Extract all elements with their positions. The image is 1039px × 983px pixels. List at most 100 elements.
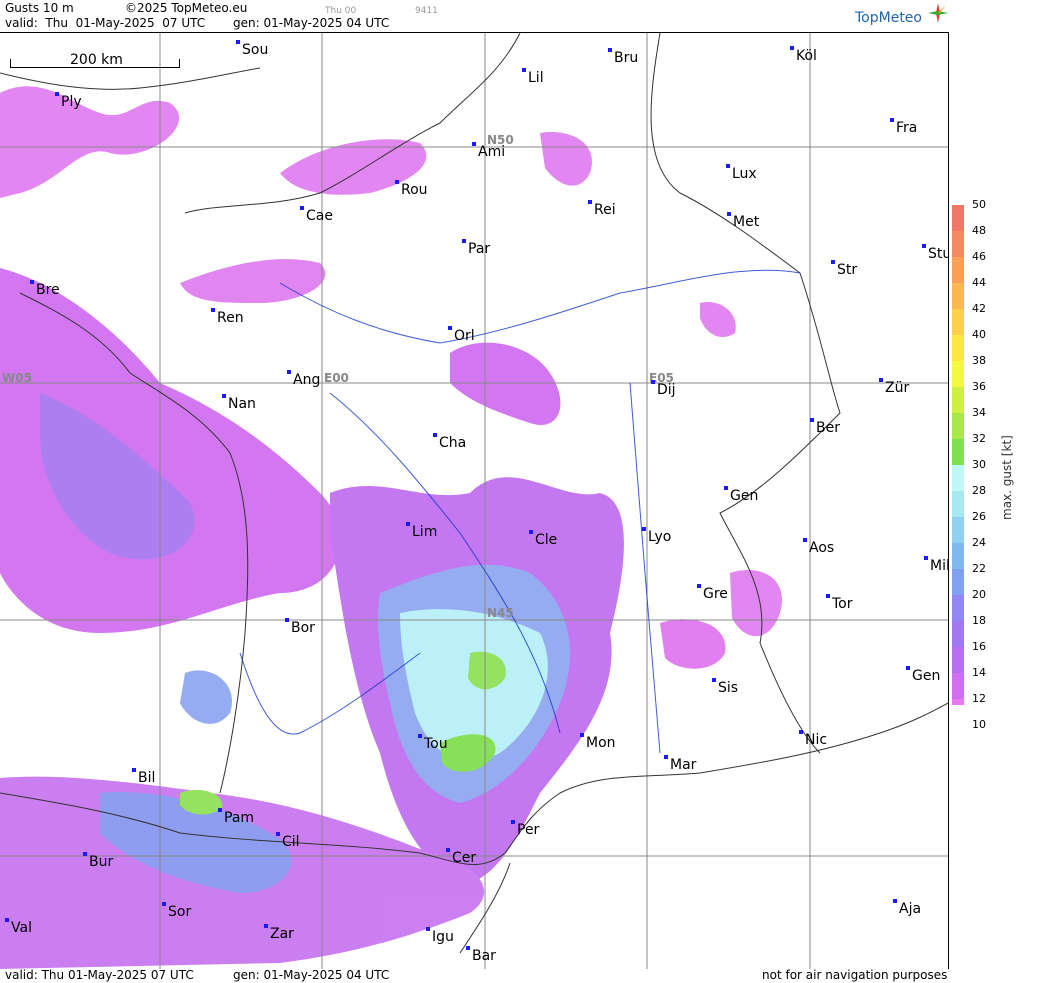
city-marker-icon	[446, 848, 450, 852]
city-marker-icon	[462, 239, 466, 243]
legend-swatch	[952, 647, 964, 673]
legend-swatch	[952, 413, 964, 439]
city-label: Aos	[803, 538, 834, 556]
city-label: Sou	[236, 40, 268, 58]
legend-swatch	[952, 543, 964, 569]
city-label: Köl	[790, 46, 817, 64]
legend-bar	[952, 205, 964, 705]
city-marker-icon	[879, 378, 883, 382]
footer: valid: Thu 01-May-2025 07 UTC gen: 01-Ma…	[0, 968, 948, 983]
city-label: Cil	[276, 832, 300, 850]
compass-icon	[928, 3, 948, 23]
city-marker-icon	[580, 733, 584, 737]
city-label: Dij	[651, 380, 676, 398]
city-marker-icon	[642, 527, 646, 531]
city-marker-icon	[132, 768, 136, 772]
city-marker-icon	[799, 730, 803, 734]
city-label: Orl	[448, 326, 475, 344]
city-label: Cae	[300, 206, 333, 224]
city-label: Bru	[608, 48, 638, 66]
city-marker-icon	[218, 808, 222, 812]
legend-swatch	[952, 335, 964, 361]
city-label: Ply	[55, 92, 82, 110]
legend-tick: 12	[972, 692, 986, 705]
city-label: Tou	[418, 734, 448, 752]
city-label: Zar	[264, 924, 294, 942]
city-marker-icon	[466, 946, 470, 950]
city-label: Ren	[211, 308, 244, 326]
legend-swatch	[952, 621, 964, 647]
city-label: Sis	[712, 678, 738, 696]
legend-swatch	[952, 231, 964, 257]
city-marker-icon	[922, 244, 926, 248]
city-label: Cer	[446, 848, 476, 866]
grid-label-e00: E00	[324, 371, 349, 385]
city-marker-icon	[726, 164, 730, 168]
city-marker-icon	[697, 584, 701, 588]
city-marker-icon	[276, 832, 280, 836]
legend-tick: 20	[972, 588, 986, 601]
legend-swatch	[952, 465, 964, 491]
city-label: Lux	[726, 164, 757, 182]
city-label: Gen	[724, 486, 758, 504]
legend-tick: 26	[972, 510, 986, 523]
city-marker-icon	[511, 820, 515, 824]
legend-tick: 30	[972, 458, 986, 471]
legend-swatch	[952, 257, 964, 283]
legend-tick: 36	[972, 380, 986, 393]
city-label: Igu	[426, 927, 454, 945]
city-label: Rou	[395, 180, 428, 198]
run-code: 9411	[415, 6, 438, 16]
city-marker-icon	[727, 212, 731, 216]
legend-tick: 32	[972, 432, 986, 445]
city-label: Ber	[810, 418, 840, 436]
city-marker-icon	[529, 530, 533, 534]
city-marker-icon	[300, 206, 304, 210]
city-label: Pam	[218, 808, 254, 826]
city-label: Bil	[132, 768, 155, 786]
city-label: Gen	[906, 666, 940, 684]
topmeteo-logo: TopMeteo	[855, 3, 948, 26]
city-label: Rei	[588, 200, 616, 218]
legend-tick: 44	[972, 276, 986, 289]
legend-swatch	[952, 517, 964, 543]
city-label: Nic	[799, 730, 827, 748]
city-label: Fra	[890, 118, 917, 136]
city-label: Bur	[83, 852, 113, 870]
city-label: Lil	[522, 68, 544, 86]
city-marker-icon	[5, 918, 9, 922]
city-marker-icon	[472, 142, 476, 146]
city-label: Ang	[287, 370, 320, 388]
legend-swatch	[952, 595, 964, 621]
city-label: Cha	[433, 433, 466, 451]
city-marker-icon	[890, 118, 894, 122]
city-marker-icon	[418, 734, 422, 738]
legend-swatch	[952, 361, 964, 387]
map-canvas[interactable]: 200 km N50 N45 E00 E05 W05 Sou Bru Köl Ply L…	[0, 32, 949, 969]
city-marker-icon	[924, 556, 928, 560]
city-marker-icon	[803, 538, 807, 542]
city-marker-icon	[426, 927, 430, 931]
legend-swatch	[952, 309, 964, 335]
city-label: Per	[511, 820, 539, 838]
city-label: Tor	[826, 594, 853, 612]
legend-tick: 50	[972, 198, 986, 211]
city-marker-icon	[264, 924, 268, 928]
legend-tick: 42	[972, 302, 986, 315]
city-marker-icon	[651, 380, 655, 384]
legend-tick: 34	[972, 406, 986, 419]
city-marker-icon	[522, 68, 526, 72]
city-label: Mon	[580, 733, 616, 751]
legend-title: max. gust [kt]	[1000, 435, 1014, 520]
color-legend: 50 48 46 44 42 40 38 36 34 32 30 28 26 24 22 20 18 16 14 12…	[952, 198, 1039, 745]
city-label: Mar	[664, 755, 696, 773]
city-marker-icon	[712, 678, 716, 682]
city-marker-icon	[55, 92, 59, 96]
legend-swatch	[952, 205, 964, 231]
city-marker-icon	[406, 522, 410, 526]
valid-time: valid: Thu 01-May-2025 07 UTC	[5, 16, 206, 30]
city-label: Lim	[406, 522, 437, 540]
city-label: Bor	[285, 618, 315, 636]
legend-tick: 10	[972, 718, 986, 731]
city-label: Bre	[30, 280, 60, 298]
